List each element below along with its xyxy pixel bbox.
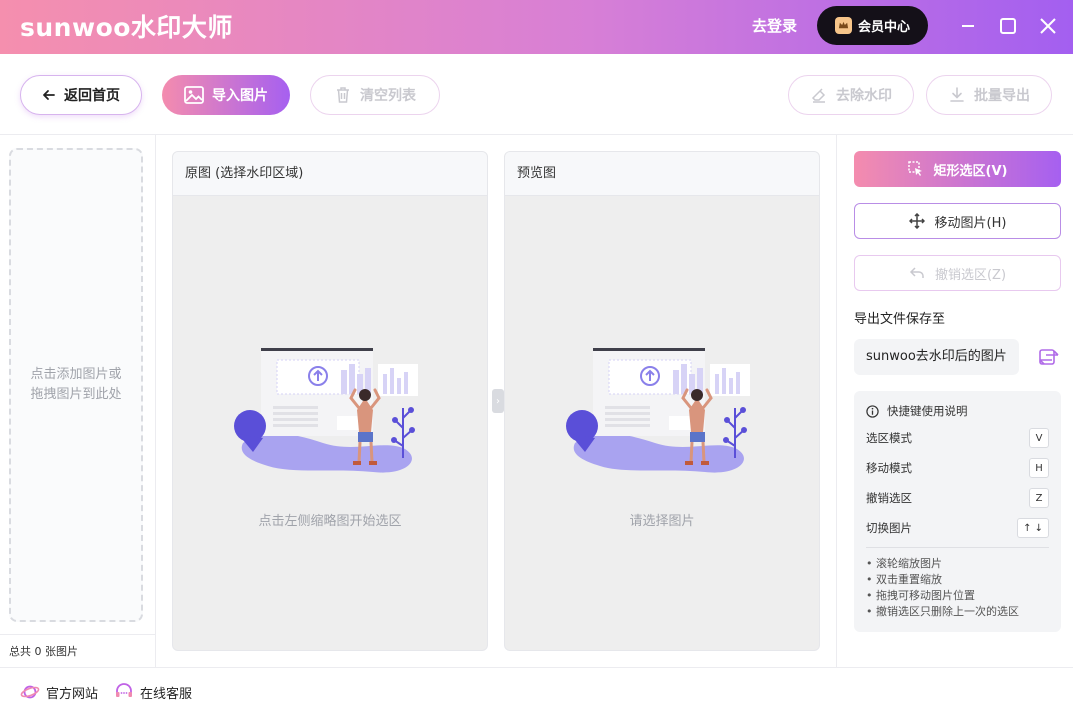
maximize-button[interactable] bbox=[995, 13, 1021, 39]
usage-tips: • 滚轮缩放图片 • 双击重置缩放 • 拖拽可移动图片位置 • 撤销选区只删除上… bbox=[866, 556, 1019, 620]
shortcut-label: 选区模式 bbox=[866, 431, 912, 445]
shortcut-key: Z bbox=[1029, 488, 1049, 508]
footer: 官方网站 在线客服 bbox=[0, 667, 1073, 712]
maximize-icon bbox=[1000, 18, 1016, 34]
change-folder-icon[interactable] bbox=[1037, 345, 1061, 369]
move-arrows-icon bbox=[908, 213, 925, 229]
move-image-button[interactable]: 移动图片(H) bbox=[854, 203, 1061, 239]
close-icon bbox=[1040, 18, 1056, 34]
shortcuts-title-text: 快捷键使用说明 bbox=[887, 404, 968, 418]
vip-center-button[interactable]: 会员中心 bbox=[817, 6, 928, 45]
preview-panel-hint: 请选择图片 bbox=[629, 514, 695, 529]
chevron-right-icon: › bbox=[496, 395, 500, 407]
export-folder-chip[interactable]: sunwoo去水印后的图片 bbox=[854, 339, 1019, 375]
back-home-button[interactable]: 返回首页 bbox=[20, 75, 142, 115]
info-icon bbox=[866, 404, 879, 418]
headset-icon bbox=[116, 683, 132, 697]
remove-watermark-button[interactable]: 去除水印 bbox=[788, 75, 914, 115]
minimize-button[interactable] bbox=[955, 13, 981, 39]
tip-item: • 撤销选区只删除上一次的选区 bbox=[866, 605, 1019, 618]
vip-center-label: 会员中心 bbox=[857, 20, 910, 35]
export-path-label: 导出文件保存至 bbox=[854, 312, 946, 327]
tools-panel: 矩形选区(V) 移动图片(H) 撤销选区(Z) 导出文件保存至 sunwoo去水… bbox=[836, 135, 1073, 667]
empty-state-illustration bbox=[234, 348, 418, 473]
shortcut-label: 撤销选区 bbox=[866, 491, 912, 505]
rect-select-label: 矩形选区(V) bbox=[933, 163, 1008, 179]
title-bar: sunwoo水印大师 去登录 会员中心 bbox=[0, 0, 1073, 54]
original-image-panel[interactable]: 原图 (选择水印区域) 点击左侧缩略图开始选区 bbox=[172, 151, 488, 651]
login-link[interactable]: 去登录 bbox=[752, 15, 797, 36]
image-dropzone[interactable]: 点击添加图片或 拖拽图片到此处 bbox=[9, 148, 143, 622]
minimize-icon bbox=[962, 25, 974, 27]
online-service-label: 在线客服 bbox=[140, 686, 193, 702]
crown-icon bbox=[834, 17, 852, 34]
tip-item: • 滚轮缩放图片 bbox=[866, 557, 942, 570]
arrow-left-icon bbox=[43, 90, 55, 100]
import-image-button[interactable]: 导入图片 bbox=[162, 75, 290, 115]
original-panel-hint: 点击左侧缩略图开始选区 bbox=[258, 514, 402, 529]
shortcut-row: 移动模式 H bbox=[866, 458, 1049, 478]
shortcut-label: 移动模式 bbox=[866, 461, 912, 475]
dropzone-text-line2: 拖拽图片到此处 bbox=[30, 387, 122, 402]
thumbnail-panel: 点击添加图片或 拖拽图片到此处 总共 0 张图片 bbox=[0, 135, 156, 667]
shortcuts-help: 快捷键使用说明 选区模式 V 移动模式 H 撤销选区 Z 切换图片 ↑ ↓ • … bbox=[854, 391, 1061, 632]
official-website-label: 官方网站 bbox=[46, 686, 99, 702]
shortcut-key: H bbox=[1029, 458, 1049, 478]
batch-export-button[interactable]: 批量导出 bbox=[926, 75, 1052, 115]
clear-list-label: 清空列表 bbox=[360, 88, 416, 104]
panel-toggle-button[interactable]: › bbox=[492, 389, 504, 413]
batch-export-label: 批量导出 bbox=[974, 88, 1030, 104]
undo-icon bbox=[909, 267, 924, 278]
select-cursor-icon bbox=[907, 161, 922, 176]
tip-item: • 拖拽可移动图片位置 bbox=[866, 589, 975, 602]
back-home-label: 返回首页 bbox=[64, 88, 120, 104]
close-button[interactable] bbox=[1035, 13, 1061, 39]
remove-watermark-label: 去除水印 bbox=[836, 88, 892, 104]
trash-icon bbox=[337, 87, 349, 103]
tip-item: • 双击重置缩放 bbox=[866, 573, 942, 586]
undo-selection-button[interactable]: 撤销选区(Z) bbox=[854, 255, 1061, 291]
shortcut-row: 切换图片 ↑ ↓ bbox=[866, 518, 1049, 538]
shortcut-key: V bbox=[1029, 428, 1049, 448]
empty-state-illustration bbox=[566, 348, 750, 473]
move-image-label: 移动图片(H) bbox=[934, 215, 1007, 231]
shortcut-row: 撤销选区 Z bbox=[866, 488, 1049, 508]
planet-icon bbox=[20, 685, 40, 699]
eraser-icon bbox=[811, 88, 826, 103]
shortcut-key: ↑ ↓ bbox=[1017, 518, 1049, 538]
shortcuts-title: 快捷键使用说明 bbox=[866, 403, 968, 419]
app-logo-title: sunwoo水印大师 bbox=[20, 13, 233, 42]
undo-selection-label: 撤销选区(Z) bbox=[934, 267, 1007, 283]
online-service-link[interactable]: 在线客服 bbox=[114, 682, 192, 702]
original-panel-title: 原图 (选择水印区域) bbox=[173, 152, 487, 196]
image-icon bbox=[184, 86, 204, 104]
divider bbox=[0, 634, 155, 635]
download-icon bbox=[950, 87, 964, 102]
shortcut-row: 选区模式 V bbox=[866, 428, 1049, 448]
rect-select-button[interactable]: 矩形选区(V) bbox=[854, 151, 1061, 187]
shortcut-label: 切换图片 bbox=[866, 521, 912, 535]
dropzone-text-line1: 点击添加图片或 bbox=[30, 367, 122, 382]
toolbar: 返回首页 导入图片 清空列表 去除水印 批量导出 bbox=[0, 54, 1073, 135]
divider bbox=[866, 547, 1049, 548]
clear-list-button[interactable]: 清空列表 bbox=[310, 75, 440, 115]
image-count: 总共 0 张图片 bbox=[9, 645, 78, 658]
official-website-link[interactable]: 官方网站 bbox=[20, 682, 98, 702]
preview-panel-title: 预览图 bbox=[505, 152, 819, 196]
preview-image-panel: 预览图 请选择图片 bbox=[504, 151, 820, 651]
import-image-label: 导入图片 bbox=[212, 88, 268, 104]
